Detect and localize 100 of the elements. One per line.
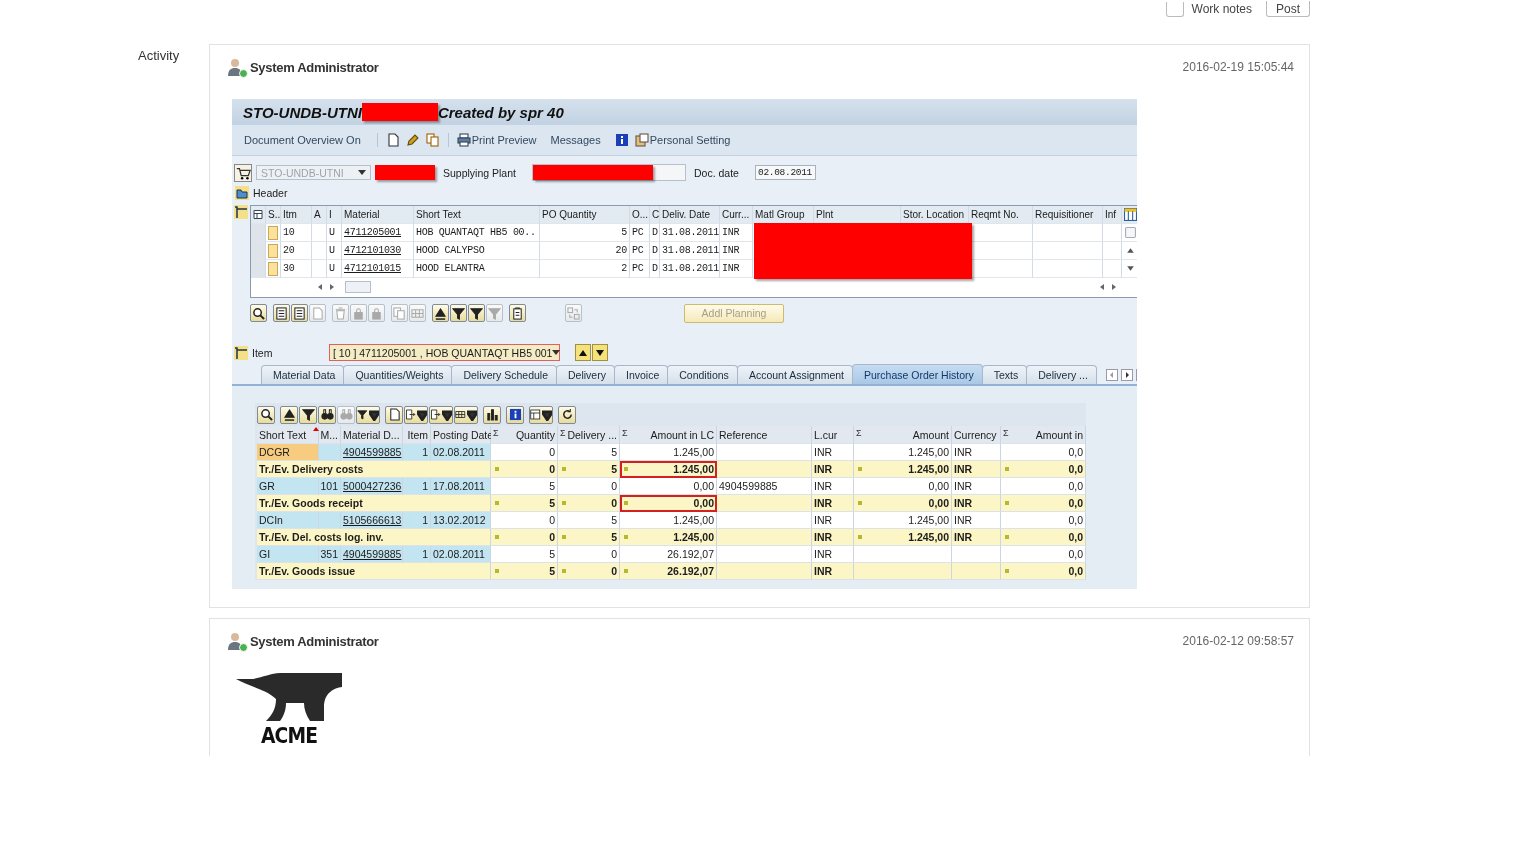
timestamp: 2016-02-12 09:58:57 <box>1182 634 1294 648</box>
tab[interactable]: Delivery ... <box>1026 365 1097 384</box>
table-cell: INR <box>812 563 854 580</box>
tab[interactable]: Conditions <box>667 365 738 384</box>
tab[interactable]: Invoice <box>613 365 669 384</box>
timestamp: 2016-02-19 15:05:44 <box>1182 60 1294 74</box>
table-cell: GR <box>257 478 319 495</box>
document-link[interactable]: 5105666613 <box>341 512 403 529</box>
column-header[interactable]: Material <box>342 206 414 224</box>
table-cell: PC <box>630 242 650 260</box>
field-label: Supplying Plant <box>443 166 517 179</box>
column-header[interactable]: Curr... <box>720 206 753 224</box>
column-header[interactable]: I <box>327 206 342 224</box>
table-cell: 0 <box>491 512 558 529</box>
table-cell: 31.08.2011 <box>660 224 720 242</box>
table-cell: 5 <box>558 444 620 461</box>
column-header[interactable]: Item <box>407 428 428 441</box>
personal-setting-button[interactable]: Personal Setting <box>634 133 731 147</box>
table-cell: INR <box>720 260 753 278</box>
table-cell: INR <box>952 529 1001 546</box>
document-link[interactable]: 4904599885 <box>341 546 403 563</box>
table-cell: 13.02.2012 <box>431 512 491 529</box>
column-header[interactable]: Itm <box>281 206 312 224</box>
column-header[interactable]: Amount <box>912 428 949 441</box>
column-header[interactable]: Matl Group <box>753 206 814 224</box>
table-cell: INR <box>720 242 753 260</box>
table-cell: 4904599885 <box>717 478 812 495</box>
author-name: System Administrator <box>250 59 379 75</box>
table-cell: INR <box>720 224 753 242</box>
toolbar-button[interactable]: Document Overview On <box>244 134 361 146</box>
column-header[interactable]: PO Quantity <box>540 206 630 224</box>
table-cell: INR <box>952 461 1001 478</box>
table-cell: DCGR <box>257 444 319 461</box>
table-cell: 0,0 <box>1001 461 1086 478</box>
column-header[interactable]: S.. <box>266 206 281 224</box>
column-header[interactable]: L.cur <box>814 428 838 441</box>
item-select[interactable]: [ 10 ] 4711205001 , HOB QUANTAQT HB5 001 <box>329 344 560 361</box>
tab[interactable]: Texts <box>981 365 1028 384</box>
column-header[interactable]: Deliv. Date <box>660 206 720 224</box>
table-cell: 5 <box>540 224 630 242</box>
print-preview-button[interactable]: Print Preview <box>456 133 537 147</box>
table-cell: D <box>650 260 660 278</box>
column-header[interactable]: O... <box>630 206 650 224</box>
table-cell: 1 <box>403 512 431 529</box>
column-header[interactable]: A <box>312 206 327 224</box>
table-cell: 17.08.2011 <box>431 478 491 495</box>
column-header[interactable]: Reqmt No. <box>969 206 1033 224</box>
table-cell: 1.245,00 <box>620 512 717 529</box>
tab[interactable]: Account Assignment <box>736 365 853 384</box>
material-link[interactable]: 4712101015 <box>342 260 414 278</box>
table-cell: 1.245,00 <box>620 529 717 546</box>
column-header[interactable]: Short Text <box>414 206 540 224</box>
tab[interactable]: Delivery <box>556 365 615 384</box>
table-cell: 5 <box>491 563 558 580</box>
column-header[interactable]: Inf <box>1103 206 1122 224</box>
table-cell: 5 <box>558 512 620 529</box>
table-cell: U <box>327 224 342 242</box>
post-button[interactable]: Post <box>1266 1 1310 17</box>
column-header[interactable]: Short Text <box>259 428 313 441</box>
material-link[interactable]: 4712101030 <box>342 242 414 260</box>
table-cell: 0 <box>558 495 620 512</box>
table-cell: D <box>650 224 660 242</box>
tab[interactable]: Delivery Schedule <box>451 365 558 384</box>
table-cell: 0,0 <box>1001 529 1086 546</box>
total-label: Tr./Ev. Goods receipt <box>257 495 491 512</box>
table-cell: 1.245,00 <box>620 444 717 461</box>
toolbar-button[interactable]: Messages <box>550 134 601 146</box>
section-label[interactable]: Header <box>253 187 288 199</box>
column-header[interactable]: Requisitioner <box>1033 206 1103 224</box>
column-header[interactable]: Currency <box>954 428 997 441</box>
table-cell: 26.192,07 <box>620 563 717 580</box>
table-cell: 10 <box>281 224 312 242</box>
column-header[interactable]: M... <box>320 428 338 441</box>
field-label: Doc. date <box>694 166 740 179</box>
document-link[interactable]: 4904599885 <box>341 444 403 461</box>
table-cell: 0 <box>558 563 620 580</box>
tab[interactable]: Material Data <box>261 365 345 384</box>
column-header[interactable]: Reference <box>719 428 768 441</box>
sum-sign: Σ <box>1003 428 1009 438</box>
document-link[interactable]: 5000427236 <box>341 478 403 495</box>
column-header[interactable]: Plnt <box>814 206 901 224</box>
column-header[interactable]: Delivery ... <box>567 428 617 441</box>
tab[interactable]: Quantities/Weights <box>343 365 453 384</box>
table-cell: 0,0 <box>1001 546 1086 563</box>
table-cell: 20 <box>281 242 312 260</box>
column-header[interactable]: Quantity <box>515 428 555 441</box>
tab[interactable]: Purchase Order History <box>852 364 983 384</box>
column-header[interactable]: Amount in <box>1035 428 1083 441</box>
column-header[interactable]: Amount in LC <box>650 428 714 441</box>
table-cell: 0,00 <box>620 495 717 512</box>
table-cell: 1.245,00 <box>854 444 952 461</box>
material-link[interactable]: 4711205001 <box>342 224 414 242</box>
column-header[interactable]: Stor. Location <box>901 206 969 224</box>
column-header[interactable]: C <box>650 206 660 224</box>
date-field[interactable]: 02.08.2011 <box>755 165 816 180</box>
table-cell: 02.08.2011 <box>431 444 491 461</box>
table-cell: 31.08.2011 <box>660 242 720 260</box>
column-header[interactable]: Material D... <box>343 428 400 441</box>
table-cell: 26.192,07 <box>620 546 717 563</box>
table-cell: 0 <box>491 529 558 546</box>
